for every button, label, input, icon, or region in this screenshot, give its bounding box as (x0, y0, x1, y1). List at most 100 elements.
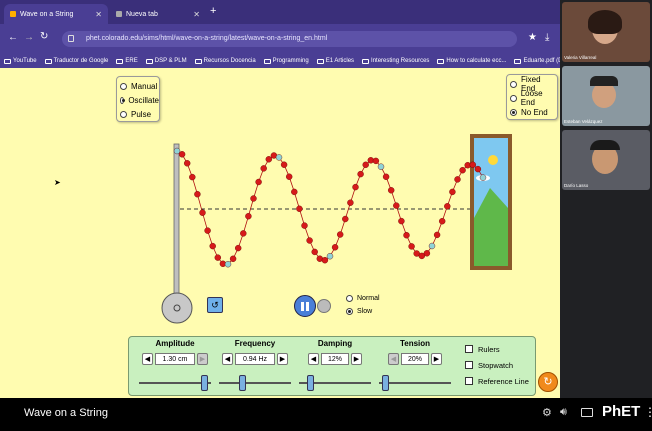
bookmark-label: E1 Articles (325, 58, 355, 64)
step-forward-button[interactable] (317, 299, 331, 313)
window-end (470, 134, 512, 270)
tab-new[interactable]: Nueva tab ✕ (110, 4, 206, 24)
string-marker-bead (275, 154, 283, 161)
string-bead (250, 195, 257, 202)
options-group: Rulers Stopwatch Reference Line (465, 341, 529, 389)
checkbox-icon (465, 377, 473, 385)
bookmark-label: Recursos Docencia (203, 58, 256, 64)
bookmark-item[interactable]: DSP & PLM (145, 58, 187, 64)
close-tab-icon[interactable]: ✕ (95, 10, 102, 19)
bookmark-item[interactable]: E1 Articles (316, 58, 355, 64)
tension-label: Tension (399, 339, 431, 348)
folder-icon (194, 58, 202, 64)
damping-label: Damping (317, 339, 353, 348)
string-bead (183, 160, 191, 167)
string-bead (229, 255, 237, 263)
pause-button[interactable] (294, 295, 316, 317)
amplitude-slider-thumb[interactable] (200, 375, 208, 391)
bookmark-item[interactable]: YouTube (4, 58, 37, 64)
close-tab-icon[interactable]: ✕ (193, 10, 200, 19)
tension-control: Tension ◀ 20% ▶ (375, 339, 455, 393)
frequency-slider-thumb[interactable] (238, 375, 246, 391)
back-arrow-icon[interactable]: ← (8, 32, 18, 43)
string-marker-bead (428, 242, 436, 250)
restart-icon[interactable]: ↺ (207, 297, 223, 313)
amplitude-label: Amplitude (155, 339, 195, 348)
folder-icon (437, 58, 445, 64)
string-bead (321, 256, 329, 264)
frequency-decrease-button[interactable]: ◀ (222, 353, 233, 365)
phet-logo[interactable]: PhET (602, 403, 640, 420)
bookmark-star-icon[interactable]: ★ (528, 32, 537, 43)
damping-slider-thumb[interactable] (306, 375, 314, 391)
stopwatch-checkbox[interactable]: Stopwatch (465, 357, 529, 373)
string-bead (245, 212, 252, 220)
folder-icon (145, 58, 153, 64)
settings-gear-icon[interactable]: ⚙ (542, 406, 552, 419)
reset-all-icon[interactable]: ↻ (538, 372, 558, 392)
string-bead (362, 161, 369, 169)
keyboard-icon[interactable] (581, 408, 593, 417)
forward-arrow-icon[interactable]: → (24, 32, 34, 43)
menu-icon[interactable]: ⋮ (644, 405, 652, 419)
string-bead (408, 243, 415, 250)
participant-name: Darío Lasso (564, 183, 589, 188)
frequency-slider-track[interactable] (219, 382, 291, 384)
damping-increase-button[interactable]: ▶ (351, 353, 362, 365)
radio-icon (346, 308, 353, 315)
sound-icon[interactable]: 🔊︎ (560, 406, 567, 419)
tab-label: Nueva tab (126, 10, 158, 18)
download-icon[interactable]: ⤓ (545, 32, 549, 43)
string-bead (209, 242, 216, 250)
bookmark-item[interactable]: Eduarte.pdf (DSP bra... (514, 58, 560, 64)
participant-video: Darío Lasso (562, 130, 650, 190)
reload-icon[interactable]: ↻ (40, 31, 48, 42)
string-bead (286, 173, 293, 180)
bookmark-label: DSP & PLM (154, 58, 187, 64)
string-bead (296, 205, 303, 213)
tab-wave-on-a-string[interactable]: Wave on a String ✕ (4, 4, 108, 24)
string-beads (173, 147, 487, 268)
string-bead (178, 151, 186, 158)
tension-decrease-button[interactable]: ◀ (388, 353, 399, 365)
string-bead (393, 202, 400, 209)
string-bead (280, 161, 288, 168)
bookmark-item[interactable]: Interesting Resources (362, 58, 429, 64)
bookmark-item[interactable]: ERE (116, 58, 138, 64)
string-bead (398, 217, 405, 225)
string-bead (347, 199, 354, 206)
string-bead (311, 248, 318, 256)
tension-slider-thumb[interactable] (382, 375, 390, 391)
lock-icon (68, 35, 74, 42)
string-bead (449, 188, 456, 196)
string-bead (240, 230, 247, 237)
frequency-increase-button[interactable]: ▶ (277, 353, 288, 365)
speed-slow-radio[interactable]: Slow (346, 305, 380, 318)
string-bead (357, 170, 364, 178)
string-bead (454, 176, 461, 183)
amplitude-increase-button[interactable]: ▶ (197, 353, 208, 365)
bookmark-item[interactable]: How to calculate ecc... (437, 58, 506, 64)
bookmark-item[interactable]: Recursos Docencia (194, 58, 256, 64)
speed-normal-radio[interactable]: Normal (346, 292, 380, 305)
folder-icon (4, 58, 11, 64)
string-bead (214, 254, 222, 261)
address-bar[interactable] (62, 31, 517, 47)
damping-decrease-button[interactable]: ◀ (308, 353, 319, 365)
bookmark-item[interactable]: Programming (263, 58, 309, 64)
folder-icon (44, 58, 52, 64)
string-bead (352, 183, 359, 191)
amplitude-decrease-button[interactable]: ◀ (142, 353, 153, 365)
string-bead (337, 231, 344, 238)
rulers-checkbox[interactable]: Rulers (465, 341, 529, 357)
new-tab-button[interactable]: + (210, 5, 216, 17)
string-marker-bead[interactable] (173, 147, 181, 155)
wave-scene (161, 134, 512, 324)
bookmarks-bar: YouTube Traductor de Google ERE DSP & PLM Re… (0, 54, 560, 68)
tension-increase-button[interactable]: ▶ (431, 353, 442, 365)
reference-line-checkbox[interactable]: Reference Line (465, 373, 529, 389)
tension-slider-track[interactable] (379, 382, 451, 384)
oscillator-rod (173, 143, 180, 295)
pause-icon (301, 301, 304, 311)
bookmark-item[interactable]: Traductor de Google (44, 58, 108, 64)
